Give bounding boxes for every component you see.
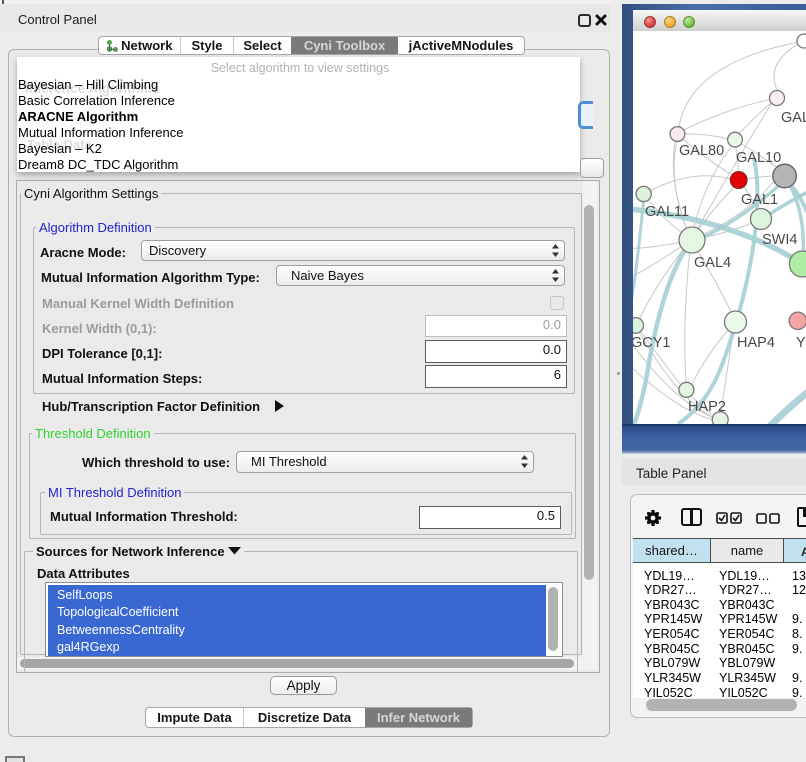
svg-text:GCY1: GCY1 xyxy=(633,335,671,351)
svg-text:GAL4: GAL4 xyxy=(694,255,731,271)
svg-text:HAP4: HAP4 xyxy=(737,335,775,351)
svg-text:GAL: GAL xyxy=(781,110,806,126)
svg-text:GAL11: GAL11 xyxy=(645,204,689,220)
svg-text:GAL10: GAL10 xyxy=(736,150,781,166)
svg-text:GAL80: GAL80 xyxy=(679,143,724,159)
svg-text:SWI4: SWI4 xyxy=(762,232,797,248)
svg-text:GAL1: GAL1 xyxy=(741,192,778,208)
svg-text:Y: Y xyxy=(796,335,806,351)
svg-text:HAP2: HAP2 xyxy=(688,399,726,415)
